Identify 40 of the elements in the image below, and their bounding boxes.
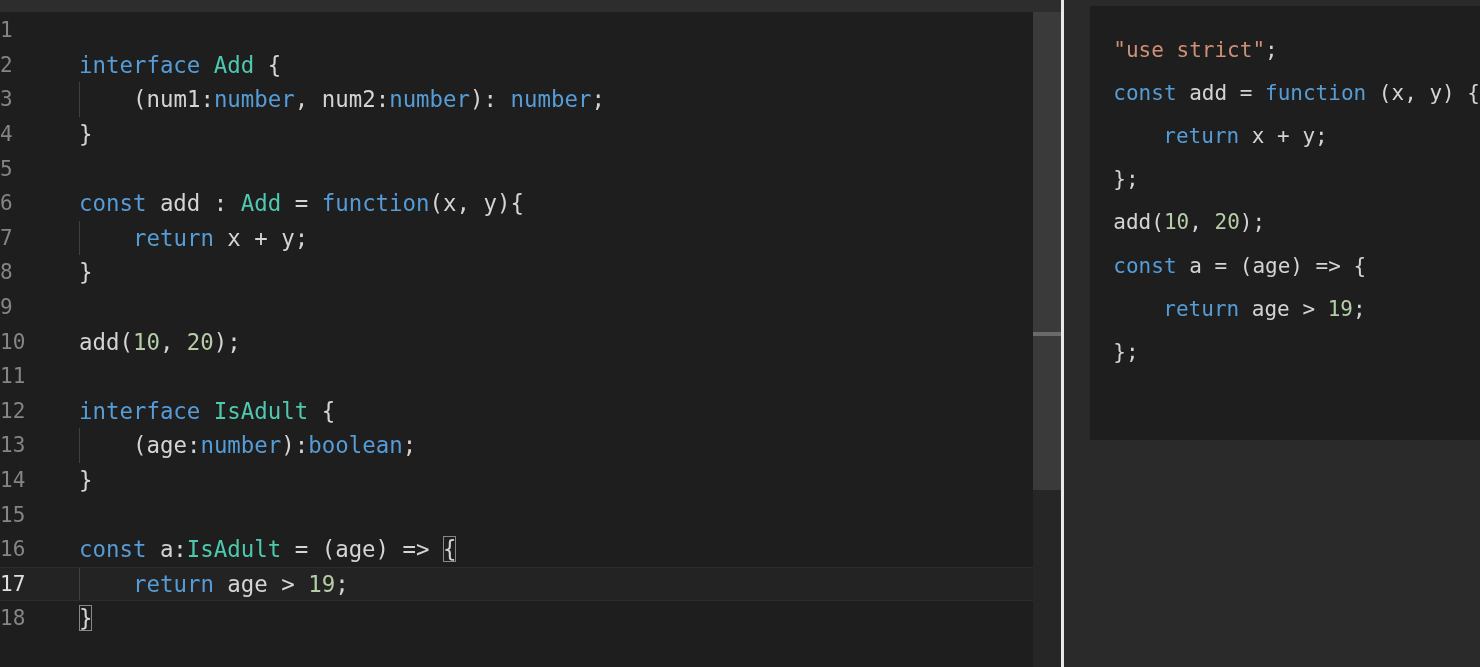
code-line: add(10, 20); (79, 328, 241, 355)
code-line: add(10, 20); (1113, 210, 1266, 235)
line-number: 4 (0, 122, 14, 147)
line-number: 7 (0, 225, 14, 250)
code-line: }; (1113, 339, 1139, 364)
code-line: } (79, 605, 93, 632)
code-line: return age > 19; (1163, 296, 1366, 321)
code-line: const add : Add = function(x, y){ (79, 190, 524, 217)
code-line: interface Add { (79, 51, 282, 78)
line-number: 1 (0, 18, 14, 43)
line-number: 9 (0, 295, 14, 320)
line-number: 8 (0, 260, 14, 285)
code-line: const a:IsAdult = (age) => { (79, 536, 457, 563)
code-line: return x + y; (1163, 123, 1328, 148)
code-line: } (79, 467, 93, 493)
code-line: return age > 19; (133, 570, 349, 597)
line-number: 16 (0, 537, 27, 562)
scrollbar[interactable] (1033, 12, 1062, 667)
line-number: 15 (0, 502, 27, 527)
code-line: } (79, 121, 93, 148)
line-number: 5 (0, 156, 14, 181)
line-number: 11 (0, 364, 27, 389)
line-number: 17 (0, 571, 27, 596)
line-number: 12 (0, 398, 27, 423)
code-line: (age:number):boolean; (133, 432, 417, 459)
line-number: 6 (0, 191, 14, 216)
code-line: } (79, 259, 93, 286)
code-line: const a = (age) => { (1113, 253, 1367, 278)
code-line: }; (1113, 167, 1139, 192)
code-line: (num1:number, num2:number): number; (133, 86, 605, 113)
line-number: 18 (0, 606, 27, 631)
line-number: 13 (0, 433, 27, 458)
code-line: return x + y; (133, 224, 309, 251)
code-line: const add = function (x, y) { (1113, 80, 1480, 105)
line-number: 2 (0, 52, 14, 77)
line-number: 10 (0, 329, 27, 354)
line-number: 14 (0, 468, 27, 492)
code-line: interface IsAdult { (79, 397, 336, 424)
line-number: 3 (0, 87, 14, 112)
code-line: "use strict"; (1113, 37, 1278, 62)
